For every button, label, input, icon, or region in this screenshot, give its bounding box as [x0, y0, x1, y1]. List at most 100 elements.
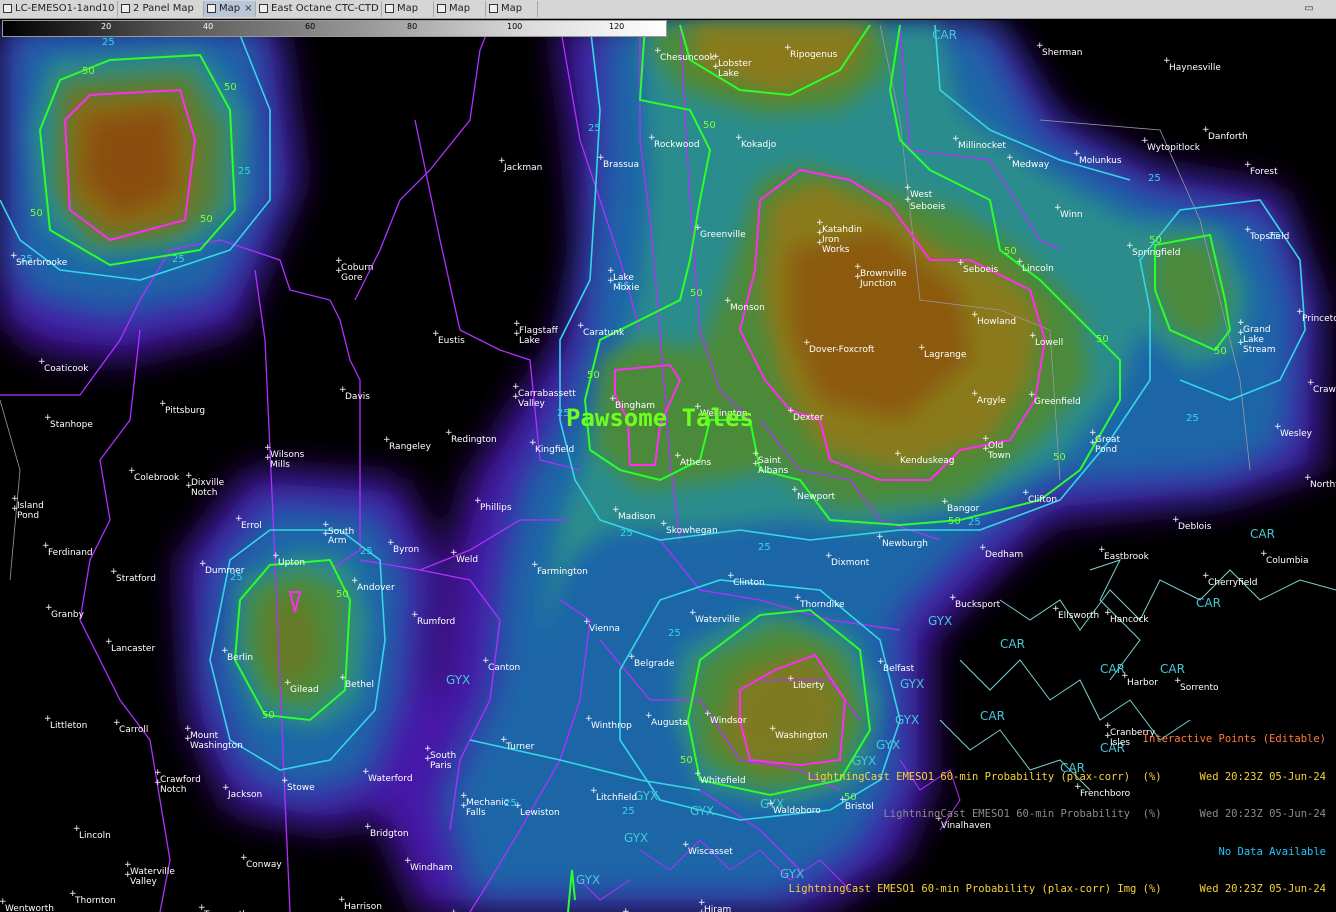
tab-map-4[interactable]: Map: [486, 1, 538, 17]
tab-lc-emeso1[interactable]: LC-EMESO1-1and10: [0, 1, 118, 17]
place-marker-icon: +: [460, 791, 468, 801]
place-label: Springfield: [1132, 248, 1180, 258]
place-marker-icon: +: [1296, 307, 1304, 317]
place-label: Augusta: [651, 718, 688, 728]
tab-map-active[interactable]: Map ×: [204, 1, 256, 17]
place-marker-icon: +: [432, 329, 440, 339]
contour-label-50: 50: [703, 120, 716, 131]
place-marker-icon: +: [383, 435, 391, 445]
contour-label-50: 50: [690, 288, 703, 299]
place-marker-icon: +: [154, 778, 162, 788]
map-tab-icon: [437, 3, 446, 13]
place-label: Mechanic: [466, 798, 509, 808]
wfo-label-gyx: GYX: [690, 804, 714, 818]
place-marker-icon: +: [727, 571, 735, 581]
colorbar-tick: 80: [407, 22, 418, 31]
place-label: Saint: [758, 456, 781, 466]
place-marker-icon: +: [338, 895, 346, 905]
place-label: Bethel: [345, 680, 374, 690]
place-label: Jackson: [227, 790, 262, 800]
place-label: Topsfield: [1249, 232, 1289, 242]
place-label: Turner: [505, 742, 535, 752]
place-marker-icon: +: [387, 538, 395, 548]
map-tab-icon: [3, 3, 12, 13]
place-marker-icon: +: [240, 853, 248, 863]
place-marker-icon: +: [460, 801, 468, 811]
contour-label-50: 50: [948, 516, 961, 527]
place-marker-icon: +: [694, 769, 702, 779]
panel-menu-button[interactable]: ▭: [1302, 2, 1316, 16]
contour-label-25: 25: [668, 628, 681, 639]
place-marker-icon: +: [585, 714, 593, 724]
place-marker-icon: +: [612, 505, 620, 515]
place-label: Wesley: [1280, 429, 1313, 439]
place-label: Phillips: [480, 503, 512, 513]
place-marker-icon: +: [11, 494, 19, 504]
place-marker-icon: +: [42, 541, 50, 551]
contour-label-25: 25: [622, 806, 635, 817]
place-label: Farmington: [537, 567, 588, 577]
place-label: Cherryfield: [1208, 578, 1258, 588]
place-label: Valley: [130, 877, 158, 887]
map-tab-icon: [207, 3, 216, 13]
place-label: Monson: [730, 303, 765, 313]
tab-east-octane[interactable]: East Octane CTC-CTD: [256, 1, 382, 17]
place-marker-icon: +: [264, 453, 272, 463]
contour-label-50: 50: [1214, 346, 1227, 357]
place-label: Liberty: [793, 681, 825, 691]
place-marker-icon: +: [1172, 515, 1180, 525]
contour-label-50: 50: [336, 589, 349, 600]
place-label: Rangeley: [389, 442, 432, 452]
place-label: Thornton: [74, 896, 116, 906]
place-label: Mount: [190, 731, 219, 741]
place-label: Clifton: [1028, 495, 1057, 505]
contour-label-25: 25: [588, 123, 601, 134]
place-label: Rockwood: [654, 140, 700, 150]
contour-label-50: 50: [200, 214, 213, 225]
place-label: Lake: [613, 273, 634, 283]
place-label: Colebrook: [134, 473, 180, 483]
contour-label-50: 50: [224, 82, 237, 93]
contour-label-50: 50: [82, 66, 95, 77]
place-marker-icon: +: [1237, 338, 1245, 348]
place-label: Columbia: [1266, 556, 1309, 566]
place-marker-icon: +: [128, 466, 136, 476]
place-marker-icon: +: [949, 593, 957, 603]
place-marker-icon: +: [1121, 671, 1129, 681]
place-label: Grand: [1243, 325, 1271, 335]
place-label: Lancaster: [111, 644, 155, 654]
close-tab-icon[interactable]: ×: [244, 3, 252, 14]
tab-map-2[interactable]: Map: [382, 1, 434, 17]
place-marker-icon: +: [689, 608, 697, 618]
place-label: Albans: [758, 466, 789, 476]
place-marker-icon: +: [1260, 549, 1268, 559]
place-label: Lincoln: [1022, 264, 1054, 274]
legend-lightningcast-img[interactable]: LightningCast EMESO1 60-min Probability …: [789, 883, 1326, 896]
place-marker-icon: +: [235, 514, 243, 524]
legend-lightningcast[interactable]: LightningCast EMESO1 60-min Probability …: [789, 808, 1326, 821]
tab-map-3[interactable]: Map: [434, 1, 486, 17]
place-marker-icon: +: [335, 256, 343, 266]
place-label: Winn: [1060, 210, 1083, 220]
place-marker-icon: +: [816, 228, 824, 238]
place-marker-icon: +: [1244, 160, 1252, 170]
wfo-label-car: CAR: [1250, 527, 1275, 541]
place-label: Bangor: [947, 504, 980, 514]
place-marker-icon: +: [404, 856, 412, 866]
place-label: Gilead: [290, 685, 319, 695]
place-marker-icon: +: [73, 824, 81, 834]
place-marker-icon: +: [184, 734, 192, 744]
legend-lightningcast-plax-corr[interactable]: LightningCast EMESO1 60-min Probability …: [789, 771, 1326, 784]
tab-2-panel-map[interactable]: 2 Panel Map: [118, 1, 204, 17]
place-label: Lake: [718, 69, 739, 79]
place-marker-icon: +: [1016, 257, 1024, 267]
place-label: Whitefield: [700, 776, 746, 786]
place-label: Howland: [977, 317, 1016, 327]
place-marker-icon: +: [513, 319, 521, 329]
contour-label-25: 25: [758, 542, 771, 553]
place-marker-icon: +: [1202, 125, 1210, 135]
colorbar: 20 40 60 80 100 120: [2, 20, 667, 37]
legend-interactive-points[interactable]: Interactive Points (Editable): [789, 733, 1326, 746]
place-label: Wilsons: [270, 450, 305, 460]
place-label: Thorndike: [799, 600, 845, 610]
